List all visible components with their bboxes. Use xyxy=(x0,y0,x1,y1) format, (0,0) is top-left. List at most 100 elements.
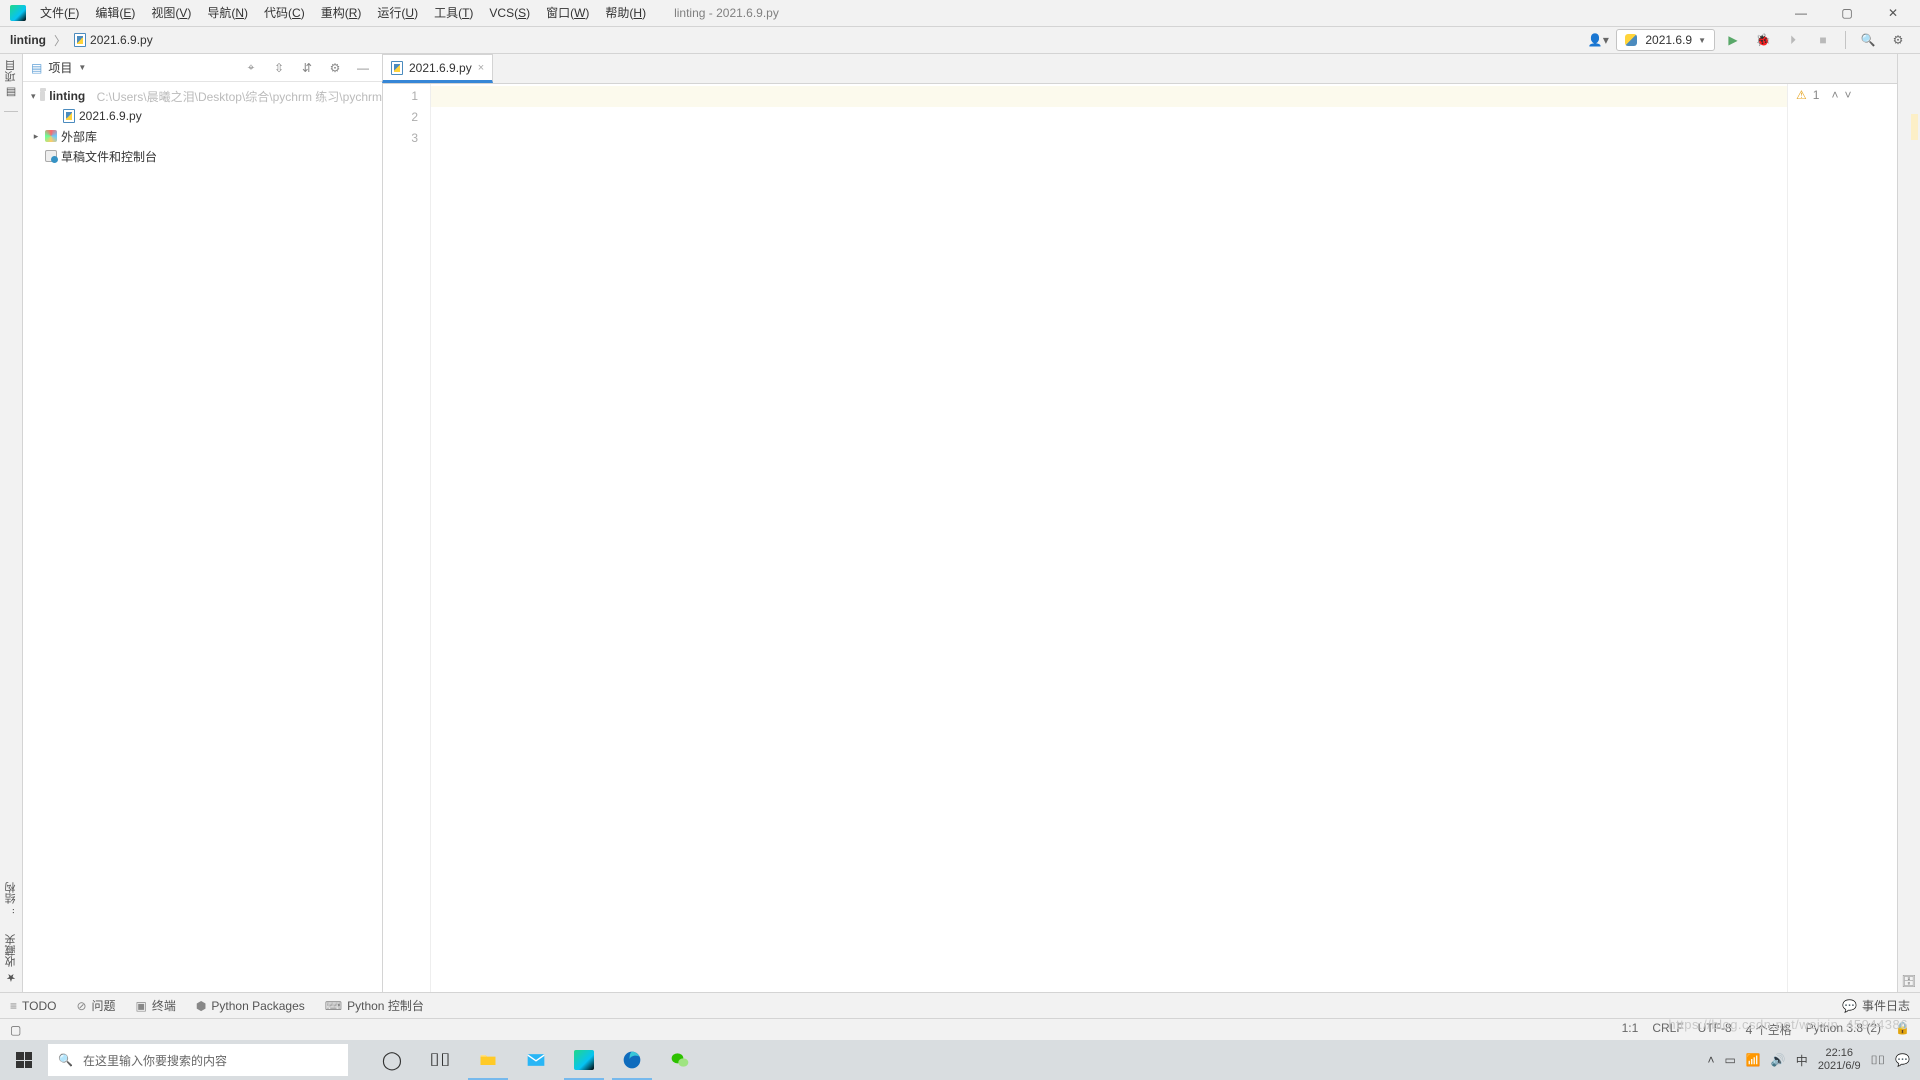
database-tool-button[interactable]: 🗄 xyxy=(1898,974,1920,988)
code-with-me-button[interactable]: 👤▾ xyxy=(1586,30,1610,50)
taskbar-pycharm[interactable] xyxy=(560,1040,608,1080)
search-everywhere-button[interactable]: 🔍 xyxy=(1856,30,1880,50)
editor-tabs: 2021.6.9.py × xyxy=(383,54,1897,84)
taskbar-mail[interactable] xyxy=(512,1040,560,1080)
task-view-button[interactable]: ◯ xyxy=(368,1040,416,1080)
scratches-icon xyxy=(45,150,57,162)
project-root-path: C:\Users\晨曦之泪\Desktop\综合\pychrm 练习\pychr… xyxy=(97,88,382,105)
tool-window-project-tab[interactable]: ▤ 项目 xyxy=(3,60,19,99)
menu-window[interactable]: 窗口(W) xyxy=(538,0,597,27)
python-console-tool-button[interactable]: ⌨Python 控制台 xyxy=(325,997,424,1014)
menu-help[interactable]: 帮助(H) xyxy=(597,0,654,27)
editor-area: 2021.6.9.py × 1 2 3 ⚠ 1 ˄ ˅ xyxy=(383,54,1897,992)
project-panel-title[interactable]: 项目 xyxy=(48,59,72,76)
window-minimize-button[interactable]: — xyxy=(1778,0,1824,27)
status-line-separator[interactable]: CRLF xyxy=(1652,1021,1683,1038)
menu-navigate[interactable]: 导航(N) xyxy=(199,0,256,27)
menu-code[interactable]: 代码(C) xyxy=(256,0,313,27)
breadcrumb-root[interactable]: linting xyxy=(10,33,46,47)
run-button[interactable]: ▶ xyxy=(1721,30,1745,50)
error-stripe-marker[interactable] xyxy=(1911,114,1918,140)
prev-highlight-button[interactable]: ˄ xyxy=(1831,88,1838,988)
event-log-button[interactable]: 💬事件日志 xyxy=(1842,997,1910,1014)
start-button[interactable] xyxy=(0,1040,48,1080)
warning-icon: ⚠ xyxy=(1796,88,1807,988)
caret-down-icon[interactable]: ▾ xyxy=(31,91,36,102)
tool-window-favorites-tab[interactable]: ★ 收藏夹 xyxy=(3,934,19,984)
python-file-icon xyxy=(391,61,403,75)
status-indent[interactable]: 4 个空格 xyxy=(1746,1021,1792,1038)
ide-settings-button[interactable]: ⚙ xyxy=(1886,30,1910,50)
menu-edit[interactable]: 编辑(E) xyxy=(87,0,143,27)
tray-overflow-button[interactable]: ˄ xyxy=(1708,1053,1715,1067)
python-icon xyxy=(1625,34,1637,46)
cortana-button[interactable]: ⌷⌷ xyxy=(416,1040,464,1080)
editor-tab-active[interactable]: 2021.6.9.py × xyxy=(382,54,493,83)
chevron-down-icon[interactable]: ▼ xyxy=(78,63,86,72)
close-tab-button[interactable]: × xyxy=(478,62,484,74)
problems-tool-button[interactable]: ⊘问题 xyxy=(76,997,115,1014)
tree-external-libraries[interactable]: ▸ 外部库 xyxy=(23,126,382,146)
python-packages-tool-button[interactable]: ⬢Python Packages xyxy=(196,999,305,1013)
tree-project-root[interactable]: ▾ linting C:\Users\晨曦之泪\Desktop\综合\pychr… xyxy=(23,86,382,106)
tree-file-item[interactable]: 2021.6.9.py xyxy=(23,106,382,126)
taskbar-wechat[interactable] xyxy=(656,1040,704,1080)
run-with-coverage-button[interactable]: ⏵ xyxy=(1781,30,1805,50)
warning-count: 1 xyxy=(1813,88,1820,988)
inspection-widget[interactable]: ⚠ 1 ˄ ˅ xyxy=(1787,84,1897,992)
menu-refactor[interactable]: 重构(R) xyxy=(313,0,370,27)
menu-view[interactable]: 视图(V) xyxy=(143,0,199,27)
project-settings-button[interactable]: ⚙ xyxy=(324,61,346,75)
hide-panel-button[interactable]: — xyxy=(352,61,374,75)
tray-wifi-icon[interactable]: 📶 xyxy=(1746,1053,1761,1067)
menu-vcs[interactable]: VCS(S) xyxy=(481,0,538,27)
menu-bar: 文件(F) 编辑(E) 视图(V) 导航(N) 代码(C) 重构(R) 运行(U… xyxy=(0,0,1920,27)
tool-window-structure-tab[interactable]: .. 结构 xyxy=(3,882,19,914)
external-libraries-label: 外部库 xyxy=(61,128,97,145)
caret-right-icon[interactable]: ▸ xyxy=(31,131,41,142)
window-maximize-button[interactable]: ▢ xyxy=(1824,0,1870,27)
status-interpreter[interactable]: Python 3.8 (2) xyxy=(1806,1021,1881,1038)
status-encoding[interactable]: UTF-8 xyxy=(1698,1021,1732,1038)
breadcrumb-file[interactable]: 2021.6.9.py xyxy=(90,33,153,47)
windows-logo-icon xyxy=(16,1052,32,1068)
python-file-icon xyxy=(74,33,86,47)
editor-content[interactable] xyxy=(431,84,1787,992)
tray-battery-icon[interactable]: ▭ xyxy=(1725,1053,1736,1067)
line-number: 1 xyxy=(383,86,430,107)
taskbar-file-explorer[interactable] xyxy=(464,1040,512,1080)
todo-tool-button[interactable]: ≡TODO xyxy=(10,999,56,1013)
expand-all-button[interactable]: ⇳ xyxy=(268,61,290,75)
menu-run[interactable]: 运行(U) xyxy=(369,0,426,27)
menu-file[interactable]: 文件(F) xyxy=(32,0,87,27)
status-caret-position[interactable]: 1:1 xyxy=(1622,1021,1639,1038)
debug-button[interactable]: 🐞 xyxy=(1751,30,1775,50)
editor-tab-label: 2021.6.9.py xyxy=(409,61,472,75)
tray-clock[interactable]: 22:16 2021/6/9 xyxy=(1818,1047,1861,1073)
project-tool-window: ▤ 项目 ▼ ⌖ ⇳ ⇵ ⚙ — ▾ linting C:\Users\晨曦之泪… xyxy=(23,54,383,992)
tray-volume-icon[interactable]: 🔊 xyxy=(1771,1053,1786,1067)
search-placeholder: 在这里输入你要搜索的内容 xyxy=(83,1052,227,1069)
next-highlight-button[interactable]: ˅ xyxy=(1844,88,1851,988)
project-view-icon: ▤ xyxy=(31,61,42,75)
collapse-all-button[interactable]: ⇵ xyxy=(296,61,318,75)
stop-button[interactable]: ■ xyxy=(1811,30,1835,50)
pycharm-app-icon xyxy=(10,5,26,21)
tray-ime-indicator[interactable]: 中 xyxy=(1796,1052,1808,1069)
window-close-button[interactable]: ✕ xyxy=(1870,0,1916,27)
status-show-tool-windows[interactable]: ▢ xyxy=(10,1023,21,1037)
project-root-name: linting xyxy=(49,89,85,103)
locate-file-button[interactable]: ⌖ xyxy=(240,60,262,75)
tree-scratches[interactable]: 草稿文件和控制台 xyxy=(23,146,382,166)
taskbar-edge[interactable] xyxy=(608,1040,656,1080)
menu-tools[interactable]: 工具(T) xyxy=(426,0,481,27)
terminal-tool-button[interactable]: ▣终端 xyxy=(136,997,176,1014)
run-configuration-selector[interactable]: 2021.6.9 ▼ xyxy=(1616,29,1715,51)
tree-file-label: 2021.6.9.py xyxy=(79,109,142,123)
tray-time: 22:16 xyxy=(1818,1047,1861,1060)
current-line-highlight xyxy=(431,86,1787,107)
tray-app-icon[interactable]: ⌷⌷ xyxy=(1871,1053,1885,1068)
taskbar-search[interactable]: 🔍 在这里输入你要搜索的内容 xyxy=(48,1044,348,1076)
status-lock-icon[interactable]: 🔒 xyxy=(1895,1021,1910,1038)
tray-notifications-button[interactable]: 💬 xyxy=(1895,1053,1910,1067)
